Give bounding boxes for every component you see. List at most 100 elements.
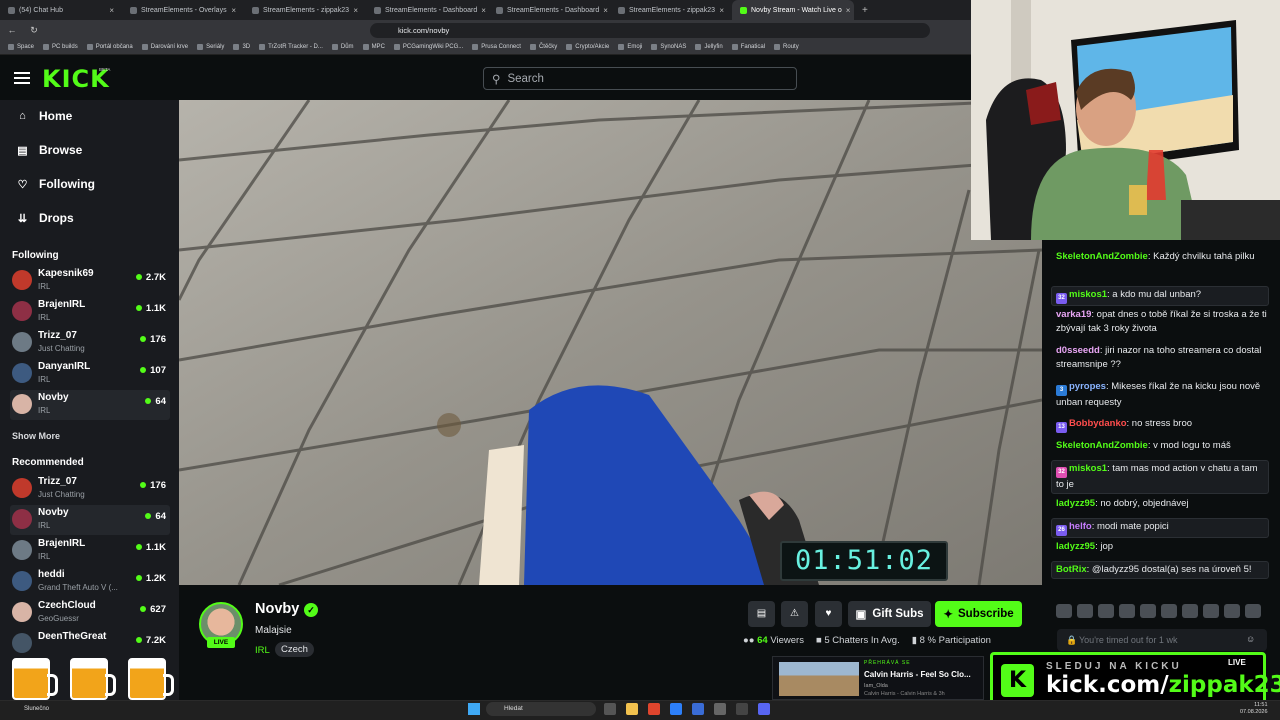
weather-widget[interactable]: Slunečno xyxy=(24,706,49,712)
system-clock[interactable]: 11:51 07.08.2026 xyxy=(1240,702,1268,716)
sidebar-channel-novby[interactable]: Novby IRL 64 xyxy=(10,505,170,535)
emote-icon[interactable] xyxy=(1077,604,1093,618)
sidebar-channel-trizz_07[interactable]: Trizz_07 Just Chatting 176 xyxy=(10,474,170,504)
close-tab-icon[interactable]: × xyxy=(353,6,358,15)
chat-username[interactable]: BotRix xyxy=(1056,564,1087,575)
emote-icon[interactable] xyxy=(1182,604,1198,618)
chat-username[interactable]: miskos1 xyxy=(1069,463,1107,474)
chat-username[interactable]: pyropes xyxy=(1069,381,1106,392)
sidebar-channel-novby[interactable]: Novby IRL 64 xyxy=(10,390,170,420)
back-icon[interactable]: ← xyxy=(6,25,18,35)
sidebar-channel-brajenirl[interactable]: BrajenIRL IRL 1.1K xyxy=(10,297,170,327)
file-explorer-icon[interactable] xyxy=(626,703,638,715)
address-bar[interactable]: kick.com/novby xyxy=(370,22,930,38)
bookmark-item[interactable]: PCGamingWiki PCG... xyxy=(393,44,463,50)
notification-button[interactable]: ⚠ xyxy=(781,601,808,627)
bookmark-item[interactable]: TrZotR Tracker - D... xyxy=(259,44,323,50)
hamburger-menu-icon[interactable] xyxy=(14,72,30,84)
emote-icon[interactable] xyxy=(1140,604,1156,618)
close-tab-icon[interactable]: × xyxy=(846,6,851,15)
emote-icon[interactable] xyxy=(1245,604,1261,618)
video-player[interactable] xyxy=(179,100,1042,585)
bookmark-item[interactable]: Jellyfin xyxy=(695,44,723,50)
chat-username[interactable]: d0sseedd xyxy=(1056,345,1100,356)
chat-username[interactable]: ladyzz95 xyxy=(1056,498,1095,509)
browser-tab[interactable]: StreamElements - zippak23 × xyxy=(244,0,366,20)
bookmark-item[interactable]: Fanatical xyxy=(731,44,765,50)
subscribe-button[interactable]: ✦ Subscribe xyxy=(935,601,1022,627)
browser-tab[interactable]: (54) Chat Hub × xyxy=(0,0,122,20)
app-icon[interactable] xyxy=(670,703,682,715)
brave-browser-icon[interactable] xyxy=(648,703,660,715)
task-view-icon[interactable] xyxy=(604,703,616,715)
show-more-link[interactable]: Show More xyxy=(12,431,60,441)
language-tag[interactable]: Czech xyxy=(275,642,314,657)
emote-icon[interactable] xyxy=(1098,604,1114,618)
bookmark-item[interactable]: Routy xyxy=(774,44,799,50)
bookmark-item[interactable]: SynoNAS xyxy=(651,44,686,50)
close-tab-icon[interactable]: × xyxy=(719,6,724,15)
reload-icon[interactable]: ↻ xyxy=(28,25,40,36)
bookmark-item[interactable]: Space xyxy=(8,44,34,50)
bookmark-item[interactable]: Dům xyxy=(331,44,354,50)
sidebar-nav-drops[interactable]: ⇊ Drops xyxy=(16,211,74,225)
bookmark-item[interactable]: Crypto/Akcie xyxy=(566,44,609,50)
chat-username[interactable]: ladyzz95 xyxy=(1056,541,1095,552)
app-icon[interactable] xyxy=(736,703,748,715)
chat-username[interactable]: helfo xyxy=(1069,521,1092,532)
bookmark-item[interactable]: Portál občana xyxy=(86,44,133,50)
emote-icon[interactable] xyxy=(1161,604,1177,618)
sidebar-channel-danyanirl[interactable]: DanyanIRL IRL 107 xyxy=(10,359,170,389)
discord-icon[interactable] xyxy=(758,703,770,715)
close-tab-icon[interactable]: × xyxy=(231,6,236,15)
bookmark-item[interactable]: Prusa Connect xyxy=(472,44,521,50)
bookmark-item[interactable]: MPC xyxy=(362,44,385,50)
vscode-icon[interactable] xyxy=(692,703,704,715)
follow-button[interactable]: ♥ xyxy=(815,601,842,627)
chat-username[interactable]: SkeletonAndZombie xyxy=(1056,440,1148,451)
browser-tab[interactable]: Novby Stream - Watch Live o × xyxy=(732,0,854,20)
search-input[interactable]: ⚲ Search xyxy=(483,67,797,90)
close-tab-icon[interactable]: × xyxy=(481,6,486,15)
bookmark-item[interactable]: 3D xyxy=(233,44,250,50)
category-link[interactable]: IRL xyxy=(255,645,270,656)
sidebar-channel-trizz_07[interactable]: Trizz_07 Just Chatting 176 xyxy=(10,328,170,358)
emote-bar[interactable] xyxy=(1056,604,1276,620)
windows-start-icon[interactable] xyxy=(468,703,480,715)
clip-button[interactable]: ▤ xyxy=(748,601,775,627)
gift-subs-button[interactable]: ▣ Gift Subs xyxy=(848,601,931,627)
sidebar-channel-heddi[interactable]: heddi Grand Theft Auto V (... 1.2K xyxy=(10,567,170,597)
taskbar-search[interactable]: Hledat xyxy=(486,702,596,716)
sidebar-channel-brajenirl[interactable]: BrajenIRL IRL 1.1K xyxy=(10,536,170,566)
sidebar-channel-czechcloud[interactable]: CzechCloud GeoGuessr 627 xyxy=(10,598,170,628)
sidebar-nav-home[interactable]: ⌂ Home xyxy=(16,109,72,123)
app-icon[interactable] xyxy=(714,703,726,715)
emote-icon[interactable] xyxy=(1203,604,1219,618)
browser-tab[interactable]: StreamElements - Dashboard × xyxy=(488,0,610,20)
emote-icon[interactable] xyxy=(1224,604,1240,618)
sidebar-channel-deenthegreat[interactable]: DeenTheGreat 7.2K xyxy=(10,629,170,659)
chat-username[interactable]: miskos1 xyxy=(1069,289,1107,300)
new-tab-icon[interactable]: + xyxy=(862,5,868,16)
browser-tab[interactable]: StreamElements - Overlays × xyxy=(122,0,244,20)
chat-username[interactable]: varka19 xyxy=(1056,309,1091,320)
browser-tab[interactable]: StreamElements - zippak23 × xyxy=(610,0,732,20)
bookmark-item[interactable]: Darování krve xyxy=(141,44,188,50)
browser-tab[interactable]: StreamElements - Dashboard × xyxy=(366,0,488,20)
streamer-name[interactable]: Novby xyxy=(255,601,299,617)
sidebar-channel-kapesnik69[interactable]: Kapesnik69 IRL 2.7K xyxy=(10,266,170,296)
sidebar-nav-browse[interactable]: ▤ Browse xyxy=(16,143,82,157)
chat-input[interactable]: You're timed out for 1 wk xyxy=(1057,629,1267,651)
chat-username[interactable]: SkeletonAndZombie xyxy=(1056,251,1148,262)
emote-icon[interactable] xyxy=(1119,604,1135,618)
bookmark-item[interactable]: Emoji xyxy=(618,44,642,50)
bookmark-item[interactable]: Čtěčky xyxy=(529,44,557,50)
sidebar-nav-following[interactable]: ♡ Following xyxy=(16,177,95,191)
close-tab-icon[interactable]: × xyxy=(603,6,608,15)
chat-username[interactable]: Bobbydanko xyxy=(1069,418,1127,429)
bookmark-item[interactable]: Seriály xyxy=(197,44,224,50)
emote-icon[interactable] xyxy=(1056,604,1072,618)
emote-picker-icon[interactable]: ☺ xyxy=(1246,634,1255,644)
close-tab-icon[interactable]: × xyxy=(109,6,114,15)
bookmark-item[interactable]: PC builds xyxy=(43,44,78,50)
